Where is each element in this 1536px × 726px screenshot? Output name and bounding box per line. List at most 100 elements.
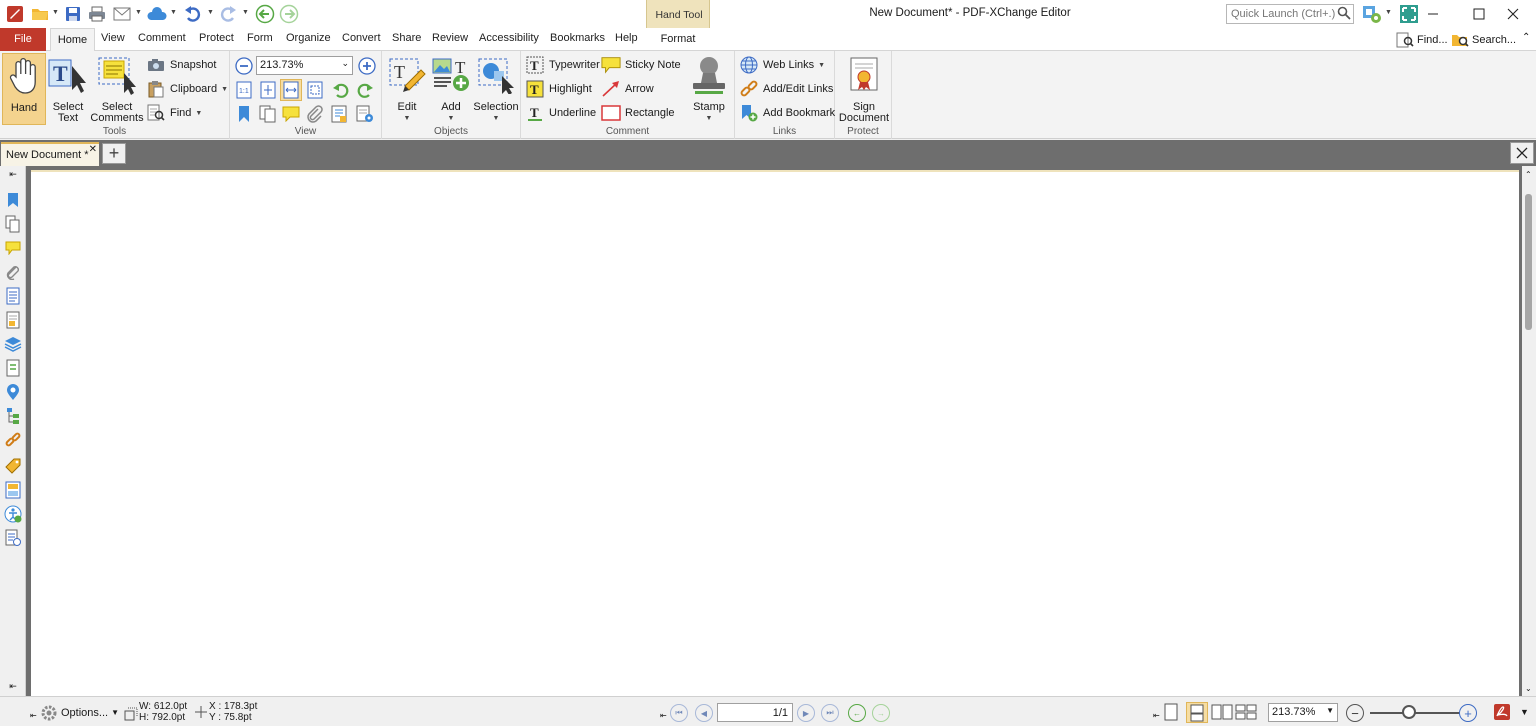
close-tab-icon[interactable]: ✕: [89, 144, 97, 155]
pdf-page[interactable]: [31, 170, 1519, 696]
tab-file[interactable]: File: [0, 28, 46, 51]
undo-icon[interactable]: [182, 3, 204, 25]
close-document-button[interactable]: [1510, 142, 1534, 164]
nav-collapse-icon[interactable]: ⇤: [660, 711, 667, 721]
email-icon[interactable]: [111, 3, 133, 25]
facing-pages-icon[interactable]: [1211, 704, 1233, 723]
document-viewport[interactable]: [26, 166, 1522, 696]
accessibility-panel-icon[interactable]: [3, 504, 23, 524]
typewriter-button[interactable]: T Typewriter: [525, 55, 600, 75]
collapse-ribbon-icon[interactable]: ⌃: [1522, 32, 1530, 43]
rotate-left-button[interactable]: [330, 79, 352, 101]
tab-form[interactable]: Form: [247, 32, 273, 44]
zoom-slider-thumb[interactable]: [1401, 705, 1416, 719]
redo-icon[interactable]: [217, 3, 239, 25]
bookmarks-panel-button[interactable]: [233, 103, 255, 125]
tab-review[interactable]: Review: [432, 32, 468, 44]
scrollbar-thumb[interactable]: [1525, 194, 1532, 330]
stamp-button[interactable]: Stamp ▼: [685, 53, 733, 125]
options-button[interactable]: Options... ▼: [40, 704, 119, 722]
next-view-button[interactable]: →: [872, 704, 890, 722]
status-zoom-in-button[interactable]: +: [1459, 704, 1477, 722]
tab-format[interactable]: Format: [646, 28, 710, 51]
tab-home[interactable]: Home: [50, 28, 95, 52]
attachments-panel-button[interactable]: [304, 103, 326, 125]
fit-width-button[interactable]: [280, 79, 302, 101]
arrow-button[interactable]: Arrow: [601, 79, 654, 99]
page-number-input[interactable]: 1/1: [717, 703, 793, 722]
layout-collapse-icon[interactable]: ⇤: [1153, 711, 1160, 721]
tab-protect[interactable]: Protect: [199, 32, 234, 44]
tab-comment[interactable]: Comment: [138, 32, 186, 44]
cloud-dropdown-icon[interactable]: ▼: [170, 9, 178, 19]
tag-label-panel-icon[interactable]: [3, 456, 23, 476]
open-dropdown-icon[interactable]: ▼: [52, 9, 60, 19]
document-properties-button[interactable]: [328, 103, 350, 125]
tab-view[interactable]: View: [101, 32, 125, 44]
pages-panel-button[interactable]: [257, 103, 279, 125]
thumbnails-panel-icon[interactable]: [3, 214, 23, 234]
panel-bottom-collapse-icon[interactable]: ⇤: [3, 680, 23, 692]
edit-objects-button[interactable]: T Edit ▼: [386, 53, 428, 125]
add-objects-button[interactable]: T Add ▼: [430, 53, 472, 125]
layers-panel-icon[interactable]: [3, 334, 23, 354]
destinations-panel-icon[interactable]: [3, 382, 23, 402]
fit-page-button[interactable]: [257, 79, 279, 101]
previous-view-button[interactable]: ←: [848, 704, 866, 722]
tab-accessibility[interactable]: Accessibility: [479, 32, 539, 44]
email-dropdown-icon[interactable]: ▼: [135, 9, 143, 19]
links-panel-icon[interactable]: [3, 430, 23, 450]
structure-panel-icon[interactable]: [3, 406, 23, 426]
snapshot-button[interactable]: Snapshot: [146, 55, 216, 75]
tags-panel-icon[interactable]: [3, 358, 23, 378]
zoom-in-button[interactable]: [356, 55, 378, 77]
tab-share[interactable]: Share: [392, 32, 421, 44]
zoom-out-button[interactable]: [233, 55, 255, 77]
add-bookmark-button[interactable]: Add Bookmark: [739, 103, 835, 123]
print-icon[interactable]: [87, 3, 107, 25]
undo-dropdown-icon[interactable]: ▼: [207, 9, 215, 19]
zoom-dropdown-icon[interactable]: ⌄: [341, 58, 349, 69]
add-edit-links-button[interactable]: Add/Edit Links: [739, 79, 833, 99]
actual-size-button[interactable]: 1:1: [233, 79, 255, 101]
fit-visible-button[interactable]: [304, 79, 326, 101]
next-page-button[interactable]: ▶: [797, 704, 815, 722]
comments-panel-icon[interactable]: [3, 238, 23, 258]
close-window-button[interactable]: [1490, 0, 1536, 28]
single-page-icon[interactable]: [1164, 703, 1178, 724]
rectangle-button[interactable]: Rectangle: [601, 103, 675, 123]
tab-bookmarks[interactable]: Bookmarks: [550, 32, 605, 44]
status-collapse-icon[interactable]: ⇤: [30, 711, 37, 721]
cloud-upload-icon[interactable]: [146, 3, 168, 25]
select-text-button[interactable]: T Select Text: [48, 53, 88, 125]
form-fields-panel-icon[interactable]: [3, 528, 23, 548]
ui-options-dropdown-icon[interactable]: ▼: [1385, 9, 1393, 19]
bookmarks-panel-icon[interactable]: [3, 190, 23, 210]
search-button[interactable]: Search...: [1451, 32, 1516, 48]
articles-panel-icon[interactable]: [3, 480, 23, 500]
first-page-button[interactable]: ⏮: [670, 704, 688, 722]
pdf-app-icon[interactable]: [1493, 703, 1511, 724]
comments-panel-button[interactable]: [280, 103, 302, 125]
status-zoom-dropdown-icon[interactable]: ▼: [1326, 706, 1334, 715]
continuous-page-icon[interactable]: [1186, 702, 1208, 723]
tab-organize[interactable]: Organize: [286, 32, 331, 44]
previous-page-button[interactable]: ◀: [695, 704, 713, 722]
rotate-right-button[interactable]: [354, 79, 376, 101]
hand-tool-button[interactable]: Hand: [2, 53, 46, 125]
collapse-panel-icon[interactable]: ⇤: [3, 168, 23, 180]
redo-dropdown-icon[interactable]: ▼: [242, 9, 250, 19]
zoom-combo[interactable]: 213.73% ⌄: [256, 56, 353, 75]
quick-launch-input[interactable]: [1226, 4, 1354, 24]
attachments-panel-icon[interactable]: [3, 262, 23, 282]
back-icon[interactable]: [254, 3, 276, 25]
content-panel-icon[interactable]: [3, 286, 23, 306]
scroll-up-icon[interactable]: ⌃: [1525, 170, 1532, 179]
ui-options-icon[interactable]: [1360, 3, 1384, 25]
clipboard-button[interactable]: Clipboard ▼: [146, 79, 228, 99]
selection-button[interactable]: Selection ▼: [473, 53, 519, 125]
search-icon[interactable]: [1337, 6, 1351, 23]
document-tab[interactable]: New Document * ✕: [1, 142, 99, 166]
minimize-button[interactable]: [1410, 0, 1456, 28]
page-setup-button[interactable]: [354, 103, 376, 125]
